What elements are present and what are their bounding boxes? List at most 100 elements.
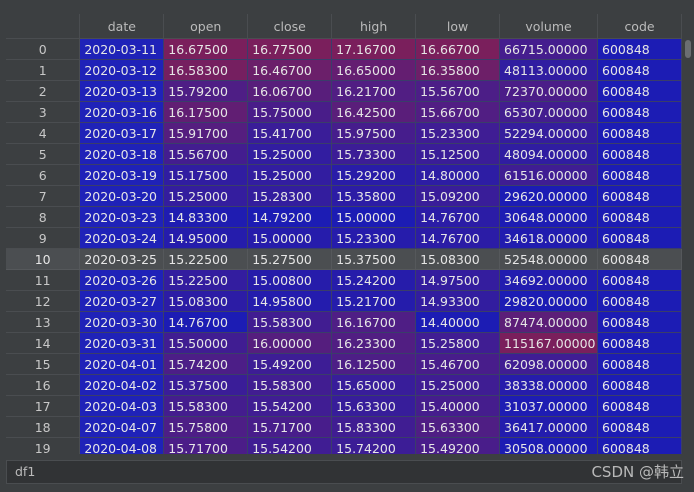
cell-open[interactable]: 15.58300	[163, 395, 249, 417]
cell-date[interactable]: 2020-03-12	[79, 59, 165, 81]
cell-low[interactable]: 14.40000	[415, 311, 501, 333]
column-header-volume[interactable]: volume	[499, 14, 599, 39]
cell-low[interactable]: 14.93300	[415, 290, 501, 312]
cell-code[interactable]: 600848	[597, 227, 682, 249]
cell-high[interactable]: 15.35800	[331, 185, 417, 207]
cell-close[interactable]: 15.00800	[247, 269, 333, 291]
cell-volume[interactable]: 61516.00000	[499, 164, 599, 186]
cell-date[interactable]: 2020-03-17	[79, 122, 165, 144]
cell-low[interactable]: 15.12500	[415, 143, 501, 165]
cell-close[interactable]: 16.06700	[247, 80, 333, 102]
cell-close[interactable]: 15.75000	[247, 101, 333, 123]
table-row[interactable]: 12 2020-03-27 15.08300 14.95800 15.21700 14.9…	[6, 290, 682, 312]
cell-code[interactable]: 600848	[597, 437, 682, 454]
cell-date[interactable]: 2020-03-30	[79, 311, 165, 333]
cell-close[interactable]: 16.77500	[247, 38, 333, 60]
cell-open[interactable]: 14.95000	[163, 227, 249, 249]
cell-code[interactable]: 600848	[597, 416, 682, 438]
cell-close[interactable]: 15.58300	[247, 374, 333, 396]
cell-close[interactable]: 15.28300	[247, 185, 333, 207]
row-index[interactable]: 7	[6, 185, 81, 207]
cell-high[interactable]: 15.97500	[331, 122, 417, 144]
dataframe-table-container[interactable]: date open close high low volume code 0 2020-03-…	[6, 14, 682, 454]
cell-date[interactable]: 2020-03-18	[79, 143, 165, 165]
table-row[interactable]: 2 2020-03-13 15.79200 16.06700 16.21700 15.56…	[6, 80, 682, 102]
cell-open[interactable]: 15.08300	[163, 290, 249, 312]
row-index[interactable]: 17	[6, 395, 81, 417]
cell-close[interactable]: 15.27500	[247, 248, 333, 270]
cell-high[interactable]: 15.24200	[331, 269, 417, 291]
row-index[interactable]: 0	[6, 38, 81, 60]
cell-code[interactable]: 600848	[597, 353, 682, 375]
cell-open[interactable]: 15.50000	[163, 332, 249, 354]
cell-low[interactable]: 15.40000	[415, 395, 501, 417]
cell-date[interactable]: 2020-04-07	[79, 416, 165, 438]
cell-low[interactable]: 15.25800	[415, 332, 501, 354]
table-row[interactable]: 15 2020-04-01 15.74200 15.49200 16.12500 15.4…	[6, 353, 682, 375]
row-index[interactable]: 4	[6, 122, 81, 144]
cell-volume[interactable]: 48094.00000	[499, 143, 599, 165]
table-row[interactable]: 17 2020-04-03 15.58300 15.54200 15.63300 15.4…	[6, 395, 682, 417]
cell-date[interactable]: 2020-04-03	[79, 395, 165, 417]
table-row[interactable]: 0 2020-03-11 16.67500 16.77500 17.16700 16.66…	[6, 38, 682, 60]
column-header-date[interactable]: date	[79, 14, 165, 39]
cell-volume[interactable]: 52294.00000	[499, 122, 599, 144]
cell-open[interactable]: 15.22500	[163, 269, 249, 291]
cell-low[interactable]: 14.76700	[415, 227, 501, 249]
table-row[interactable]: 11 2020-03-26 15.22500 15.00800 15.24200 14.9…	[6, 269, 682, 291]
cell-date[interactable]: 2020-03-16	[79, 101, 165, 123]
cell-volume[interactable]: 29620.00000	[499, 185, 599, 207]
cell-close[interactable]: 15.58300	[247, 311, 333, 333]
cell-volume[interactable]: 30508.00000	[499, 437, 599, 454]
cell-volume[interactable]: 66715.00000	[499, 38, 599, 60]
cell-code[interactable]: 600848	[597, 290, 682, 312]
cell-high[interactable]: 16.42500	[331, 101, 417, 123]
cell-high[interactable]: 15.21700	[331, 290, 417, 312]
cell-volume[interactable]: 34618.00000	[499, 227, 599, 249]
cell-low[interactable]: 15.66700	[415, 101, 501, 123]
cell-volume[interactable]: 31037.00000	[499, 395, 599, 417]
cell-low[interactable]: 15.63300	[415, 416, 501, 438]
cell-open[interactable]: 16.58300	[163, 59, 249, 81]
cell-date[interactable]: 2020-04-02	[79, 374, 165, 396]
cell-high[interactable]: 15.63300	[331, 395, 417, 417]
cell-code[interactable]: 600848	[597, 311, 682, 333]
cell-date[interactable]: 2020-03-19	[79, 164, 165, 186]
table-row[interactable]: 19 2020-04-08 15.71700 15.54200 15.74200 15.4…	[6, 437, 682, 454]
cell-date[interactable]: 2020-03-11	[79, 38, 165, 60]
table-row[interactable]: 8 2020-03-23 14.83300 14.79200 15.00000 14.76…	[6, 206, 682, 228]
cell-code[interactable]: 600848	[597, 269, 682, 291]
table-row[interactable]: 9 2020-03-24 14.95000 15.00000 15.23300 14.76…	[6, 227, 682, 249]
row-index[interactable]: 19	[6, 437, 81, 454]
row-index[interactable]: 8	[6, 206, 81, 228]
cell-open[interactable]: 15.25000	[163, 185, 249, 207]
cell-date[interactable]: 2020-04-01	[79, 353, 165, 375]
cell-open[interactable]: 15.75800	[163, 416, 249, 438]
cell-volume[interactable]: 36417.00000	[499, 416, 599, 438]
table-row[interactable]: 7 2020-03-20 15.25000 15.28300 15.35800 15.09…	[6, 185, 682, 207]
cell-code[interactable]: 600848	[597, 164, 682, 186]
row-index[interactable]: 16	[6, 374, 81, 396]
cell-code[interactable]: 600848	[597, 59, 682, 81]
cell-code[interactable]: 600848	[597, 206, 682, 228]
cell-date[interactable]: 2020-03-27	[79, 290, 165, 312]
cell-low[interactable]: 14.97500	[415, 269, 501, 291]
cell-date[interactable]: 2020-03-23	[79, 206, 165, 228]
row-index[interactable]: 9	[6, 227, 81, 249]
cell-code[interactable]: 600848	[597, 80, 682, 102]
row-index[interactable]: 10	[6, 248, 81, 270]
column-header-code[interactable]: code	[597, 14, 682, 39]
table-row[interactable]: 4 2020-03-17 15.91700 15.41700 15.97500 15.23…	[6, 122, 682, 144]
cell-high[interactable]: 16.23300	[331, 332, 417, 354]
cell-date[interactable]: 2020-03-26	[79, 269, 165, 291]
cell-code[interactable]: 600848	[597, 143, 682, 165]
cell-open[interactable]: 16.17500	[163, 101, 249, 123]
table-row[interactable]: 18 2020-04-07 15.75800 15.71700 15.83300 15.6…	[6, 416, 682, 438]
cell-high[interactable]: 15.37500	[331, 248, 417, 270]
column-header-open[interactable]: open	[163, 14, 249, 39]
cell-code[interactable]: 600848	[597, 185, 682, 207]
cell-low[interactable]: 15.25000	[415, 374, 501, 396]
table-row[interactable]: 5 2020-03-18 15.56700 15.25000 15.73300 15.12…	[6, 143, 682, 165]
cell-high[interactable]: 16.21700	[331, 80, 417, 102]
dataframe-name-field[interactable]: df1	[15, 464, 35, 479]
